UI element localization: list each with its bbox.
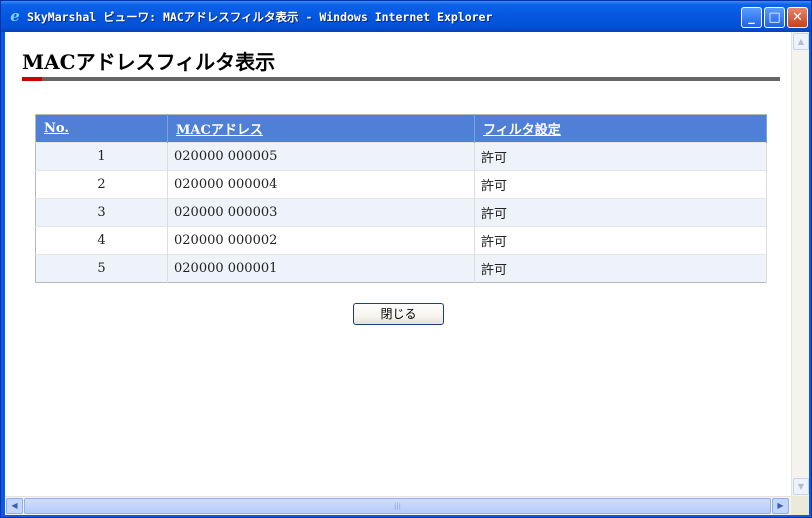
cell-no: 4 xyxy=(35,226,168,255)
cell-no: 1 xyxy=(35,142,168,171)
cell-filter-setting: 許可 xyxy=(474,226,767,255)
minimize-button[interactable]: _ xyxy=(741,7,762,28)
cell-filter-setting: 許可 xyxy=(474,142,767,171)
scroll-left-icon[interactable]: ◀ xyxy=(6,498,23,514)
title-underline-accent xyxy=(22,77,42,81)
cell-no: 3 xyxy=(35,198,168,227)
title-bar[interactable]: e SkyMarshal ビューワ: MACアドレスフィルタ表示 - Windo… xyxy=(1,1,811,32)
scroll-right-icon[interactable]: ▶ xyxy=(772,498,789,514)
sort-link-filter[interactable]: フィルタ設定 xyxy=(483,123,561,138)
table-header-row: No. MACアドレス フィルタ設定 xyxy=(35,114,767,143)
ie-icon: e xyxy=(10,7,20,25)
sort-link-no[interactable]: No. xyxy=(44,121,69,136)
cell-filter-setting: 許可 xyxy=(474,198,767,227)
table-row: 1 020000 000005 許可 xyxy=(35,142,767,171)
scroll-down-icon[interactable]: ▼ xyxy=(793,478,809,495)
cell-mac-address: 020000 000002 xyxy=(167,226,475,255)
title-underline xyxy=(22,77,780,81)
maximize-button[interactable]: □ xyxy=(764,7,785,28)
cell-mac-address: 020000 000005 xyxy=(167,142,475,171)
close-window-button[interactable]: ✕ xyxy=(787,7,808,28)
sort-link-mac[interactable]: MACアドレス xyxy=(176,123,263,138)
cell-no: 2 xyxy=(35,170,168,199)
scroll-corner xyxy=(791,496,809,515)
cell-mac-address: 020000 000001 xyxy=(167,254,475,283)
page-content: MACアドレスフィルタ表示 No. MACアドレス フィルタ設定 1 02000… xyxy=(5,32,809,515)
page-title: MACアドレスフィルタ表示 xyxy=(22,50,276,74)
cell-filter-setting: 許可 xyxy=(474,170,767,199)
table-row: 2 020000 000004 許可 xyxy=(35,170,767,199)
column-header-mac[interactable]: MACアドレス xyxy=(167,114,475,143)
column-header-no[interactable]: No. xyxy=(35,114,168,143)
horizontal-scroll-thumb[interactable]: ||| xyxy=(24,498,771,514)
table-row: 3 020000 000003 許可 xyxy=(35,198,767,227)
table-row: 5 020000 000001 許可 xyxy=(35,254,767,283)
cell-no: 5 xyxy=(35,254,168,283)
cell-mac-address: 020000 000004 xyxy=(167,170,475,199)
vertical-scrollbar[interactable]: ▲ ▼ xyxy=(791,32,809,496)
cell-filter-setting: 許可 xyxy=(474,254,767,283)
window-title: SkyMarshal ビューワ: MACアドレスフィルタ表示 - Windows… xyxy=(27,10,493,24)
mac-filter-table: No. MACアドレス フィルタ設定 1 020000 000005 許可 2 … xyxy=(35,114,767,283)
scroll-up-icon[interactable]: ▲ xyxy=(793,33,809,50)
cell-mac-address: 020000 000003 xyxy=(167,198,475,227)
browser-window: e SkyMarshal ビューワ: MACアドレスフィルタ表示 - Windo… xyxy=(0,0,812,518)
close-button[interactable]: 閉じる xyxy=(353,303,444,325)
horizontal-scrollbar[interactable]: ◀ ||| ▶ xyxy=(5,496,791,515)
column-header-filter[interactable]: フィルタ設定 xyxy=(474,114,767,143)
table-row: 4 020000 000002 許可 xyxy=(35,226,767,255)
